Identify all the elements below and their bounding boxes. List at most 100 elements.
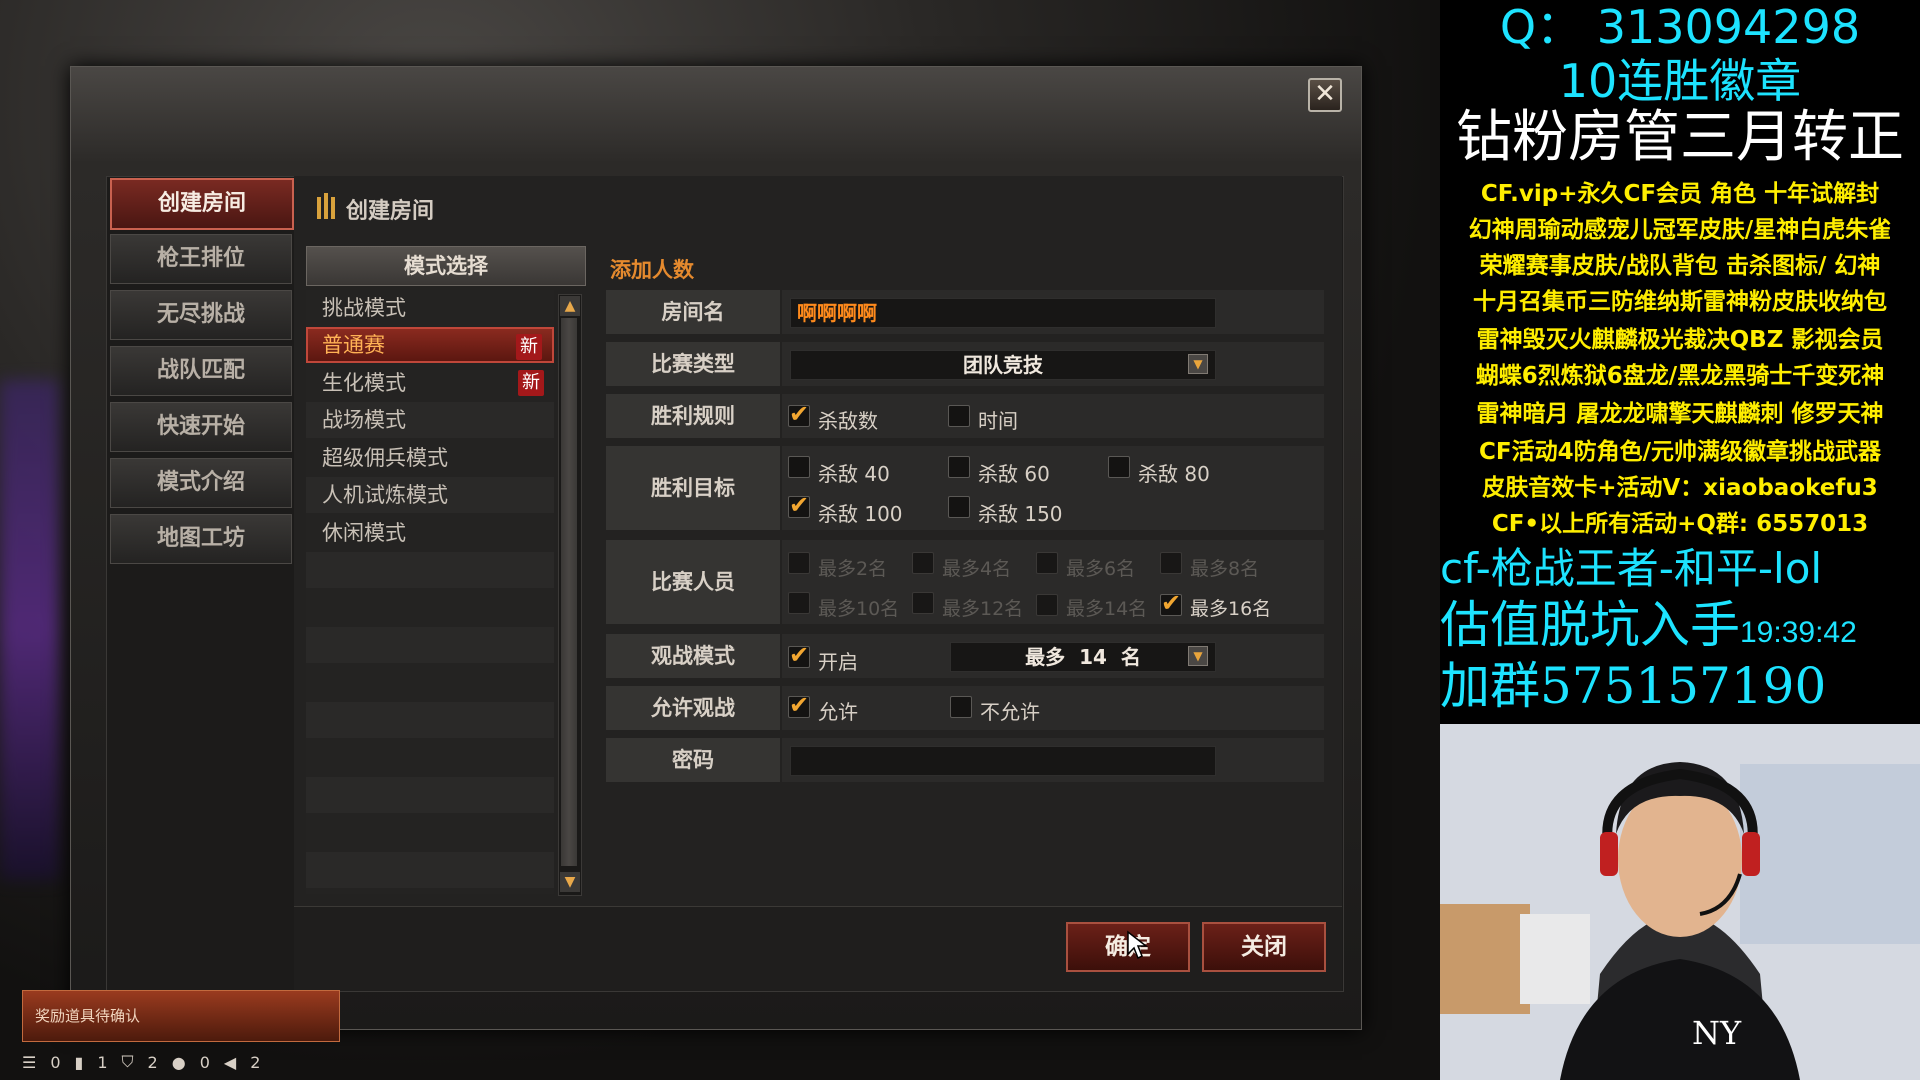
scroll-down-icon[interactable]: ▼ (560, 872, 580, 892)
status-count: 0 (50, 1052, 61, 1072)
target-100-checkbox[interactable] (788, 491, 810, 519)
win-rule-kills-checkbox[interactable] (788, 400, 810, 428)
mouse-cursor-icon (1127, 930, 1148, 960)
disallow-checkbox[interactable] (950, 696, 972, 718)
overlay-promo-line: 雷神暗月 屠龙龙啸擎天麒麟刺 修罗天神 (1476, 401, 1884, 427)
section-title: 创建房间 (346, 199, 435, 224)
players-16-checkbox[interactable] (1160, 589, 1182, 617)
list-item (306, 740, 554, 776)
target-100-label: 杀敌 100 (818, 502, 903, 526)
nav-team-match[interactable]: 战队匹配 (110, 346, 292, 396)
disallow-label: 不允许 (980, 700, 1040, 724)
nav-mode-intro[interactable]: 模式介绍 (110, 458, 292, 508)
mode-item-ai-trial[interactable]: 人机试炼模式 (306, 477, 554, 513)
overlay-promo-line: CF.vip+永久CF会员 角色 十年试解封 (1480, 181, 1880, 207)
players-2-checkbox[interactable] (788, 552, 810, 574)
target-80-checkbox[interactable] (1108, 456, 1130, 478)
target-40-checkbox[interactable] (788, 456, 810, 478)
overlay-group: 加群575157190 (1440, 657, 1827, 715)
players-label: 比赛人员 (606, 540, 780, 624)
players-4-checkbox[interactable] (912, 552, 934, 574)
players-8-checkbox[interactable] (1160, 552, 1182, 574)
mode-item-casual[interactable]: 休闲模式 (306, 515, 554, 551)
list-item (306, 777, 554, 813)
list-item (306, 852, 554, 888)
nav-map-workshop[interactable]: 地图工坊 (110, 514, 292, 564)
scroll-up-icon[interactable]: ▲ (560, 296, 580, 316)
overlay-promo-line: 蝴蝶6烈炼狱6盘龙/黑龙黑骑士千变死神 (1475, 363, 1885, 389)
nav-ranked[interactable]: 枪王排位 (110, 234, 292, 284)
overlay-promo-line: 十月召集币三防维纳斯雷神粉皮肤收纳包 (1473, 289, 1887, 315)
nav-create-room[interactable]: 创建房间 (110, 178, 294, 230)
target-40-label: 杀敌 40 (818, 462, 890, 486)
allow-checkbox[interactable] (788, 691, 810, 719)
players-2-label: 最多2名 (818, 558, 888, 580)
menu-icon[interactable]: ☰ (22, 1053, 36, 1072)
spectate-on-checkbox[interactable] (788, 641, 810, 669)
overlay-games: cf-枪战王者-和平-lol (1440, 544, 1823, 593)
players-12-label: 最多12名 (942, 598, 1024, 620)
list-item (306, 702, 554, 738)
password-label: 密码 (606, 738, 780, 782)
status-count: 2 (147, 1052, 158, 1072)
nav-endless-challenge[interactable]: 无尽挑战 (110, 290, 292, 340)
room-name-input[interactable]: 啊啊啊啊 (790, 298, 1216, 328)
chevron-down-icon[interactable]: ▼ (1188, 354, 1208, 374)
mode-item-zombie[interactable]: 生化模式新 (306, 365, 554, 401)
status-count: 1 (97, 1052, 108, 1072)
win-rule-time-label: 时间 (978, 409, 1018, 433)
allow-spectate-label: 允许观战 (606, 686, 780, 730)
chat-icon[interactable]: ● (172, 1053, 186, 1072)
win-rule-kills-label: 杀敌数 (818, 409, 878, 433)
allow-spectate-row (782, 686, 1324, 730)
scroll-thumb[interactable] (561, 318, 577, 866)
players-10-checkbox[interactable] (788, 592, 810, 614)
spectate-on-label: 开启 (818, 650, 858, 674)
players-4-label: 最多4名 (942, 558, 1012, 580)
form-title: 添加人数 (610, 258, 694, 282)
shield-icon[interactable]: ⛉ (122, 1052, 134, 1072)
speaker-icon[interactable]: ◀ (224, 1053, 236, 1072)
svg-text:NY: NY (1692, 1014, 1742, 1052)
status-bar: ☰ 0 ▮ 1 ⛉ 2 ● 0 ◀ 2 (22, 1048, 342, 1076)
section-bars-icon (317, 193, 335, 219)
players-6-label: 最多6名 (1066, 558, 1136, 580)
list-item (306, 665, 554, 701)
mode-item-battlefield[interactable]: 战场模式 (306, 402, 554, 438)
overlay-promo-line: 幻神周瑜动感宠儿冠军皮肤/星神白虎朱雀 (1468, 217, 1892, 243)
password-input[interactable] (790, 746, 1216, 776)
win-rule-label: 胜利规则 (606, 394, 780, 438)
list-item (306, 627, 554, 663)
reward-notification[interactable]: 奖励道具待确认 (22, 990, 340, 1042)
chevron-down-icon[interactable]: ▼ (1188, 646, 1208, 666)
overlay-promo-line: 皮肤音效卡+活动V：xiaobaokefu3 (1482, 475, 1878, 501)
overlay-promo-line: 荣耀赛事皮肤/战队背包 击杀图标/ 幻神 (1479, 253, 1881, 279)
mode-item-mercenary[interactable]: 超级佣兵模式 (306, 440, 554, 476)
players-6-checkbox[interactable] (1036, 552, 1058, 574)
match-type-select[interactable]: 团队竞技 (790, 350, 1216, 380)
bag-icon[interactable]: ▮ (75, 1053, 84, 1072)
target-60-checkbox[interactable] (948, 456, 970, 478)
mode-item-challenge[interactable]: 挑战模式 (306, 290, 554, 326)
target-60-label: 杀敌 60 (978, 462, 1050, 486)
overlay-promo-line: CF活动4防角色/元帅满级徽章挑战武器 (1479, 439, 1881, 465)
players-14-checkbox[interactable] (1036, 594, 1058, 616)
status-count: 0 (199, 1052, 210, 1072)
new-badge: 新 (516, 334, 542, 360)
list-item (306, 590, 554, 626)
close-button[interactable]: 关闭 (1202, 922, 1326, 972)
overlay-fan-admin: 钻粉房管三月转正 (1456, 105, 1904, 170)
room-name-label: 房间名 (606, 290, 780, 334)
spectate-mode-label: 观战模式 (606, 634, 780, 678)
mode-item-normal[interactable]: 普通赛新 (306, 327, 554, 363)
win-rule-time-checkbox[interactable] (948, 405, 970, 427)
new-badge: 新 (518, 370, 544, 396)
webcam-streamer-image: NY (1440, 724, 1920, 1080)
target-150-checkbox[interactable] (948, 496, 970, 518)
spectate-max-select[interactable]: 最多 14 名 (950, 642, 1216, 672)
mode-select-header: 模式选择 (306, 246, 586, 286)
nav-quick-start[interactable]: 快速开始 (110, 402, 292, 452)
players-12-checkbox[interactable] (912, 592, 934, 614)
dialog-close-icon[interactable]: ✕ (1308, 78, 1342, 112)
webcam-feed: NY (1440, 724, 1920, 1080)
